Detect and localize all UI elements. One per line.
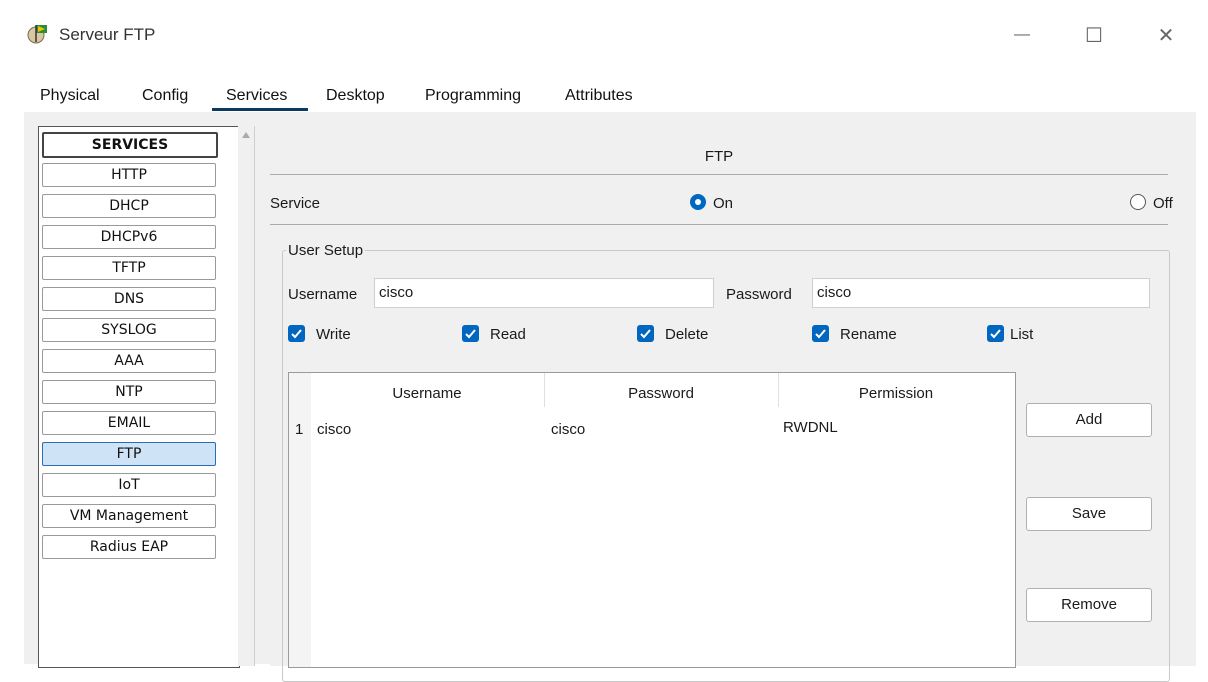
row-username: cisco — [317, 421, 352, 438]
scroll-up-icon[interactable] — [242, 132, 250, 138]
checkmark-icon — [291, 329, 302, 339]
services-list: SERVICES HTTP DHCP DHCPv6 TFTP DNS SYSLO… — [38, 126, 240, 668]
services-content: SERVICES HTTP DHCP DHCPv6 TFTP DNS SYSLO… — [24, 112, 1196, 682]
window-title: Serveur FTP — [59, 25, 156, 44]
delete-label: Delete — [665, 326, 709, 343]
write-checkbox[interactable] — [288, 325, 305, 342]
user-setup-legend: User Setup — [286, 242, 366, 259]
ftp-title: FTP — [704, 148, 734, 165]
service-ftp[interactable]: FTP — [42, 442, 216, 466]
service-off-radio[interactable] — [1130, 194, 1146, 210]
tab-physical[interactable]: Physical — [40, 87, 100, 105]
service-email[interactable]: EMAIL — [42, 411, 216, 435]
list-checkbox[interactable] — [987, 325, 1004, 342]
rename-label: Rename — [840, 326, 897, 343]
service-on-label: On — [713, 195, 734, 212]
service-label: Service — [270, 195, 321, 212]
tab-config[interactable]: Config — [142, 87, 188, 105]
checkmark-icon — [815, 329, 826, 339]
title-divider — [270, 174, 1168, 175]
tab-strip: Physical Config Services Desktop Program… — [24, 80, 666, 112]
list-label: List — [1010, 326, 1034, 343]
service-iot[interactable]: IoT — [42, 473, 216, 497]
column-header-password[interactable]: Password — [545, 385, 777, 402]
packet-tracer-server-icon — [26, 22, 50, 46]
maximize-icon: ☐ — [1085, 24, 1103, 47]
username-label: Username — [288, 286, 358, 303]
minimize-icon: — — [1014, 26, 1030, 43]
maximize-button[interactable]: ☐ — [1074, 18, 1114, 52]
service-dns[interactable]: DNS — [42, 287, 216, 311]
service-on-radio[interactable] — [690, 194, 706, 210]
service-dhcp[interactable]: DHCP — [42, 194, 216, 218]
remove-button[interactable]: Remove — [1026, 588, 1152, 622]
table-row[interactable]: 1 cisco cisco RWDNL — [289, 417, 1013, 441]
service-syslog[interactable]: SYSLOG — [42, 318, 216, 342]
service-vm-management[interactable]: VM Management — [42, 504, 216, 528]
service-radius-eap[interactable]: Radius EAP — [42, 535, 216, 559]
close-button[interactable]: ✕ — [1146, 18, 1186, 52]
service-ntp[interactable]: NTP — [42, 380, 216, 404]
password-label: Password — [726, 286, 792, 303]
username-input[interactable]: cisco — [374, 278, 714, 308]
users-table: Username Password Permission 1 cisco cis… — [288, 372, 1016, 668]
services-header: SERVICES — [42, 132, 218, 158]
column-header-permission[interactable]: Permission — [779, 385, 1013, 402]
tab-services[interactable]: Services — [226, 87, 287, 105]
save-button[interactable]: Save — [1026, 497, 1152, 531]
checkmark-icon — [465, 329, 476, 339]
row-password: cisco — [551, 421, 586, 438]
service-http[interactable]: HTTP — [42, 163, 216, 187]
tab-desktop[interactable]: Desktop — [326, 87, 385, 105]
column-header-username[interactable]: Username — [311, 385, 543, 402]
service-off-label: Off — [1153, 195, 1173, 212]
rename-checkbox[interactable] — [812, 325, 829, 342]
service-divider — [270, 224, 1168, 225]
checkmark-icon — [640, 329, 651, 339]
title-bar: Serveur FTP — ☐ ✕ — [0, 0, 1208, 70]
delete-checkbox[interactable] — [637, 325, 654, 342]
close-icon: ✕ — [1157, 24, 1175, 47]
checkmark-icon — [990, 329, 1001, 339]
ftp-panel: FTP Service On Off User Setup Username c… — [270, 126, 1196, 682]
tab-attributes[interactable]: Attributes — [565, 87, 633, 105]
service-tftp[interactable]: TFTP — [42, 256, 216, 280]
row-index: 1 — [295, 421, 304, 438]
minimize-button[interactable]: — — [1002, 18, 1042, 52]
services-scrollbar[interactable] — [238, 126, 255, 666]
tab-bar: Physical Config Services Desktop Program… — [24, 80, 1196, 112]
write-label: Write — [316, 326, 351, 343]
row-permission: RWDNL — [783, 419, 838, 436]
add-button[interactable]: Add — [1026, 403, 1152, 437]
service-dhcpv6[interactable]: DHCPv6 — [42, 225, 216, 249]
read-label: Read — [490, 326, 526, 343]
password-input[interactable]: cisco — [812, 278, 1150, 308]
service-aaa[interactable]: AAA — [42, 349, 216, 373]
active-tab-indicator — [212, 108, 308, 111]
tab-programming[interactable]: Programming — [425, 87, 521, 105]
read-checkbox[interactable] — [462, 325, 479, 342]
